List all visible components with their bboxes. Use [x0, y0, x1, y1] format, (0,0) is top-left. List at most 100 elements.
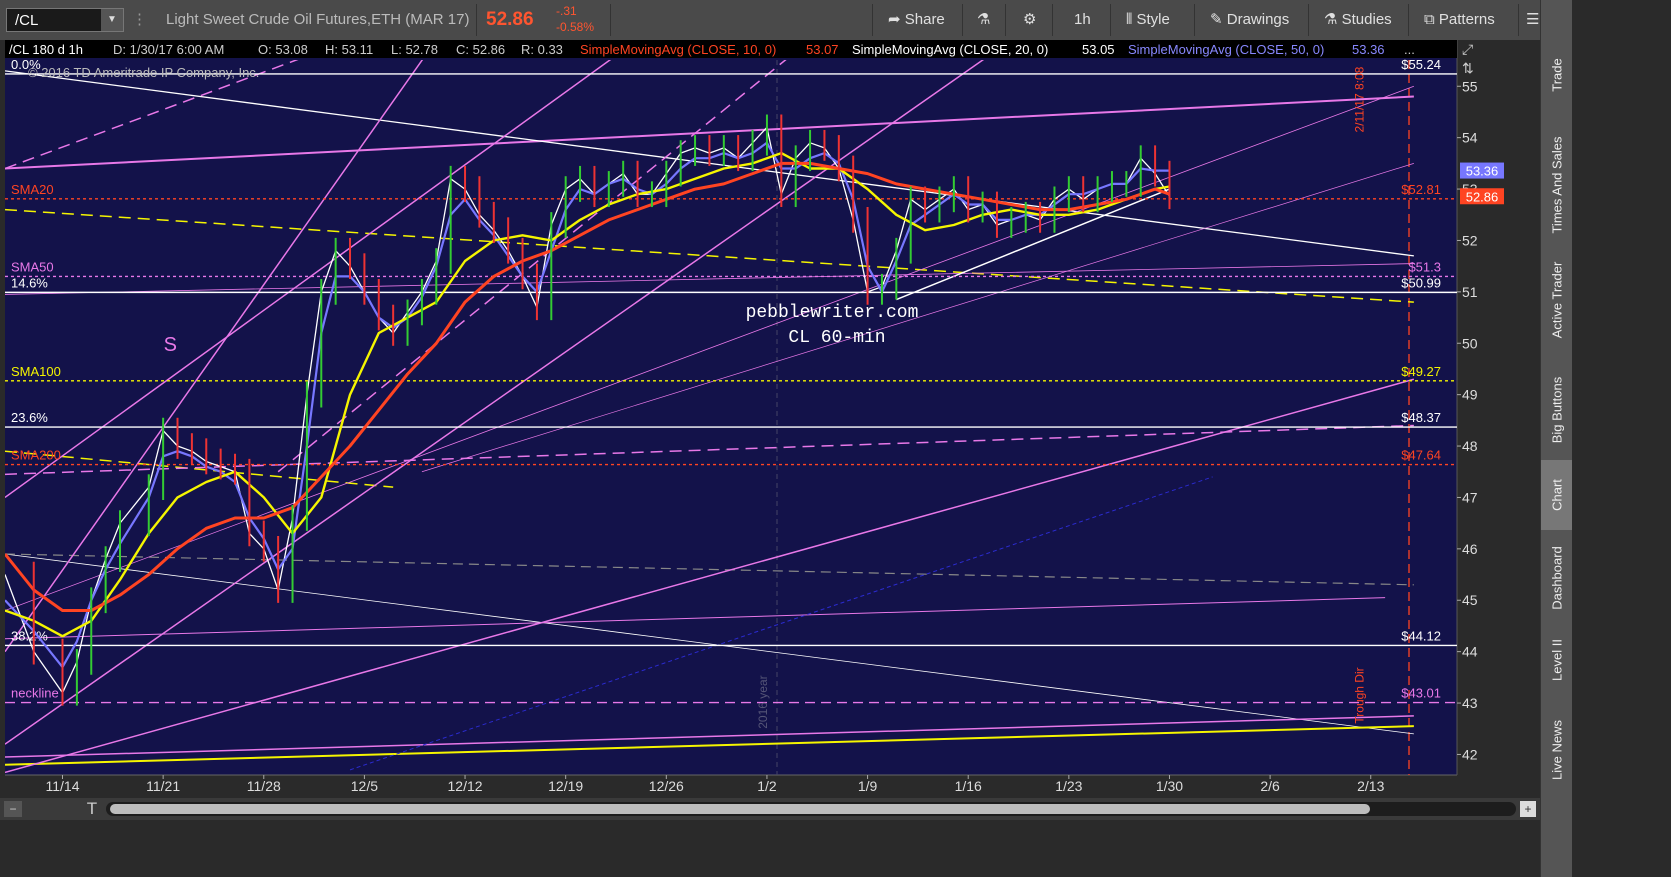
header-sma20-value: 53.05 — [1082, 42, 1115, 57]
tab-live-news[interactable]: Live News — [1541, 700, 1572, 800]
gear-icon[interactable]: ⚙ — [1019, 8, 1040, 32]
last-price: 52.86 — [486, 9, 534, 30]
price-chart[interactable]: 0.0% $55.24SMA20 $52.81SMA50 $51.314.6% $50.… — [0, 40, 1540, 798]
x-tick-label: 2/6 — [1260, 778, 1280, 794]
y-tick-label: 42 — [1462, 746, 1478, 762]
header-high: H: 53.11 — [325, 42, 373, 57]
x-tick-label: 11/14 — [46, 778, 80, 794]
level-left-label: SMA100 — [11, 364, 61, 379]
level-right-label: $50.99 — [1401, 275, 1441, 290]
level-right-label: $55.24 — [1401, 57, 1441, 72]
patterns-button[interactable]: ⧉ Patterns — [1420, 8, 1499, 32]
scrollbar-thumb[interactable] — [110, 804, 1370, 814]
x-tick-label: 12/12 — [448, 778, 483, 794]
y-tick-label: 50 — [1462, 335, 1478, 351]
header-sma20-label: SimpleMovingAvg (CLOSE, 20, 0) — [852, 42, 1048, 57]
header-low: L: 52.78 — [391, 42, 438, 57]
flask-icon[interactable]: ⚗ — [973, 8, 994, 32]
studies-icon: ⚗ — [1324, 11, 1342, 28]
level-right-label: $44.12 — [1401, 628, 1441, 643]
x-tick-label: 1/9 — [858, 778, 878, 794]
x-tick-label: 1/2 — [757, 778, 777, 794]
y-tick-label: 46 — [1462, 541, 1478, 557]
tab-active-trader[interactable]: Active Trader — [1541, 245, 1572, 355]
zoom-in-icon[interactable]: + — [1520, 801, 1536, 817]
level-left-label: 23.6% — [11, 410, 48, 425]
y-tick-label: 54 — [1462, 130, 1478, 146]
header-sma50-value: 53.36 — [1352, 42, 1385, 57]
y-tick-label: 52 — [1462, 232, 1478, 248]
chart-toolbar: /CL ▼ ⋮ Light Sweet Crude Oil Futures,ET… — [0, 0, 1540, 41]
chart-annotation: 2016 year — [756, 675, 770, 728]
x-tick-label: 11/21 — [146, 778, 180, 794]
drawings-label: Drawings — [1226, 11, 1290, 28]
share-icon: ➦ — [888, 11, 905, 28]
price-label-text: 52.86 — [1466, 189, 1499, 204]
symbol-chevron-icon[interactable]: ⋮ — [132, 8, 147, 32]
time-scrollbar[interactable] — [106, 802, 1516, 816]
x-tick-label: 12/26 — [649, 778, 684, 794]
share-label: Share — [904, 11, 945, 28]
patterns-icon: ⧉ — [1424, 11, 1439, 28]
y-tick-label: 44 — [1462, 644, 1478, 660]
header-sma50-label: SimpleMovingAvg (CLOSE, 50, 0) — [1128, 42, 1324, 57]
header-more[interactable]: ... — [1404, 42, 1415, 57]
watermark-line1: pebblewriter.com — [746, 303, 919, 323]
tab-dashboard[interactable]: Dashboard — [1541, 530, 1572, 625]
collapse-icon[interactable]: ⤢ — [1462, 41, 1473, 57]
chart-annotation: Trough Dir — [1353, 667, 1367, 723]
copyright-text: © 2016 TD Ameritrade IP Company, Inc. — [28, 65, 259, 80]
chart-annotation: S — [164, 334, 177, 356]
level-left-label: 14.6% — [11, 275, 48, 290]
tab-level-ii[interactable]: Level II — [1541, 625, 1572, 695]
level-left-label: neckline — [11, 686, 59, 701]
header-sma10-label: SimpleMovingAvg (CLOSE, 10, 0) — [580, 42, 776, 57]
header-open: O: 53.08 — [258, 42, 308, 57]
header-sma10-value: 53.07 — [806, 42, 839, 57]
level-right-label: $52.81 — [1401, 182, 1441, 197]
level-right-label: $43.01 — [1401, 686, 1441, 701]
share-button[interactable]: ➦ Share — [884, 8, 949, 32]
x-tick-label: 1/16 — [955, 778, 982, 794]
level-left-label: SMA50 — [11, 259, 54, 274]
y-tick-label: 51 — [1462, 284, 1478, 300]
tab-times-and-sales[interactable]: Times And Sales — [1541, 115, 1572, 255]
pencil-icon: ✎ — [1210, 11, 1227, 28]
plot-area[interactable] — [5, 40, 1457, 775]
patterns-label: Patterns — [1438, 11, 1495, 28]
x-tick-label: 2/13 — [1357, 778, 1384, 794]
drawings-button[interactable]: ✎ Drawings — [1206, 8, 1293, 32]
header-close: C: 52.86 — [456, 42, 505, 57]
y-tick-label: 43 — [1462, 695, 1478, 711]
header-date: D: 1/30/17 6:00 AM — [113, 42, 224, 57]
tab-chart[interactable]: Chart — [1541, 460, 1572, 530]
y-tick-label: 55 — [1462, 78, 1478, 94]
style-label: Style — [1136, 11, 1170, 28]
symbol-input[interactable]: /CL ▼ — [6, 8, 124, 32]
studies-label: Studies — [1341, 11, 1392, 28]
studies-button[interactable]: ⚗ Studies — [1320, 8, 1396, 32]
y-tick-label: 49 — [1462, 387, 1478, 403]
watermark-line2: CL 60-min — [788, 328, 885, 348]
level-right-label: $49.27 — [1401, 364, 1441, 379]
level-right-label: $47.64 — [1401, 448, 1441, 463]
x-tick-label: 1/23 — [1055, 778, 1082, 794]
text-tool-icon[interactable]: T — [82, 799, 102, 819]
expand-icon[interactable]: ⇅ — [1462, 60, 1474, 76]
symbol-text: /CL — [15, 12, 39, 29]
y-tick-label: 45 — [1462, 592, 1478, 608]
symbol-dropdown-icon[interactable]: ▼ — [101, 9, 123, 31]
level-left-label: SMA20 — [11, 182, 54, 197]
y-tick-label: 48 — [1462, 438, 1478, 454]
tab-trade[interactable]: Trade — [1541, 20, 1572, 130]
x-tick-label: 12/5 — [351, 778, 378, 794]
timeframe-button[interactable]: 1h — [1070, 8, 1095, 32]
style-button[interactable]: ⫴ Style — [1122, 8, 1174, 32]
chart-annotation: 2/11/17 8:08 — [1353, 66, 1367, 132]
bottom-scroll-area: − T + — [0, 798, 1540, 820]
right-sidebar: Trade Times And Sales Active Trader Big … — [1540, 0, 1572, 877]
style-icon: ⫴ — [1126, 11, 1137, 28]
header-symbol-period: /CL 180 d 1h — [9, 42, 83, 57]
tab-big-buttons[interactable]: Big Buttons — [1541, 355, 1572, 465]
zoom-out-icon[interactable]: − — [4, 801, 22, 817]
